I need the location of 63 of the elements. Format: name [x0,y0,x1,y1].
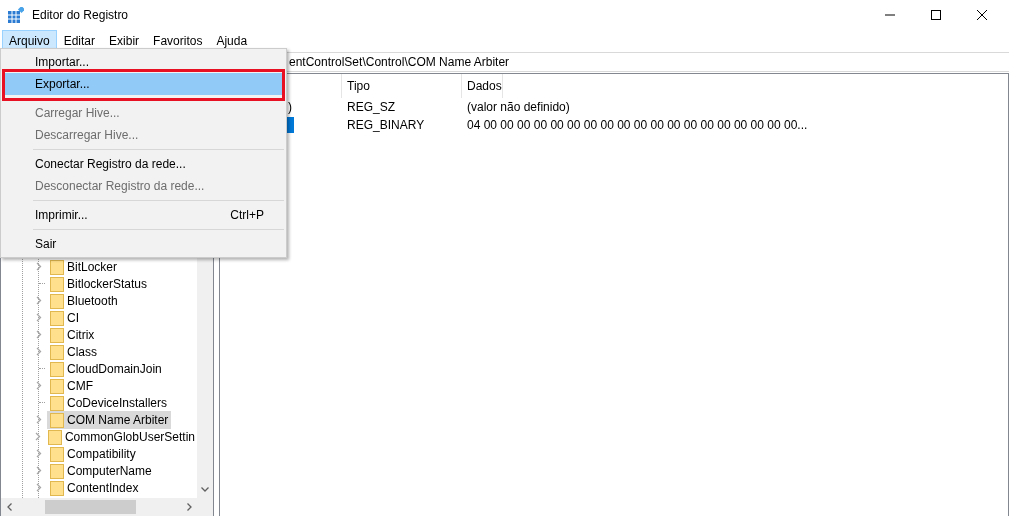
folder-icon [50,343,64,360]
tree-item[interactable]: Bluetooth [67,293,118,308]
folder-icon [50,411,64,428]
folder-icon [50,445,64,462]
scroll-down-icon[interactable] [201,487,209,492]
chevron-icon[interactable] [36,415,42,424]
menu-item[interactable]: Exportar... [3,73,284,95]
chevron-icon[interactable] [36,262,42,271]
window-title: Editor do Registro [32,8,130,22]
scrollbar-thumb[interactable] [45,500,136,514]
tree-item[interactable]: CI [67,310,79,325]
close-icon [977,10,987,20]
registry-icon [8,7,24,23]
menu-bar-item[interactable]: Favoritos [146,30,210,49]
tree-item[interactable]: BitlockerStatus [67,276,148,291]
folder-icon [50,462,64,479]
menu-bar-item[interactable]: Arquivo [2,30,57,49]
folder-icon [50,326,64,343]
tree-item[interactable]: CMF [67,378,93,393]
menu-bar-item[interactable]: Editar [56,30,103,49]
chevron-icon[interactable] [36,296,42,305]
menu-bar-item[interactable]: Exibir [102,30,147,49]
scroll-right-icon[interactable] [187,503,192,511]
folder-icon [50,360,64,377]
tree-item[interactable]: ContentIndex [67,480,139,495]
folder-icon [50,394,64,411]
chevron-icon[interactable] [34,432,41,441]
tree-item[interactable]: CloudDomainJoin [67,361,162,376]
scroll-left-icon[interactable] [7,503,12,511]
folder-icon [47,428,62,445]
folder-icon [50,377,64,394]
tree-item[interactable]: BitLocker [67,259,118,274]
folder-icon [50,309,64,326]
column-header[interactable]: Tipo [342,74,462,98]
column-header[interactable]: Dados [462,74,503,98]
folder-icon [50,275,64,292]
chevron-icon[interactable] [36,483,42,492]
tree-item[interactable]: Class [67,344,97,359]
tree-item[interactable]: CommonGlobUserSettin [64,429,195,444]
menu-item[interactable]: Sair [3,233,284,255]
chevron-icon[interactable] [36,449,42,458]
chevron-icon[interactable] [36,381,42,390]
chevron-icon[interactable] [36,347,42,356]
table-cell-text: REG_BINARY [346,118,426,132]
folder-icon [50,292,64,309]
chevron-icon[interactable] [36,466,42,475]
chevron-icon[interactable] [36,313,42,322]
table-cell-text: 04 00 00 00 00 00 00 00 00 00 00 00 00 00 00 00 00 00 00 00... [466,118,808,132]
table-cell-text: (valor não definido) [466,100,570,114]
table-cell-text: REG_SZ [346,100,396,114]
menu-item[interactable]: Conectar Registro da rede... [3,153,284,175]
menu-bar-item[interactable]: Ajuda [209,30,255,49]
maximize-icon [931,10,941,20]
tree-item[interactable]: ComputerName [67,463,152,478]
chevron-icon[interactable] [36,330,42,339]
folder-icon [50,479,64,496]
tree-item[interactable]: CoDeviceInstallers [67,395,168,410]
menu-item[interactable]: Importar... [3,51,284,73]
folder-icon [50,258,64,275]
menu-item[interactable]: Imprimir... Ctrl+P [3,204,284,226]
tree-item[interactable]: Compatibility [67,446,136,461]
tree-item[interactable]: Citrix [67,327,95,342]
table-cell-text: ) [287,100,293,114]
